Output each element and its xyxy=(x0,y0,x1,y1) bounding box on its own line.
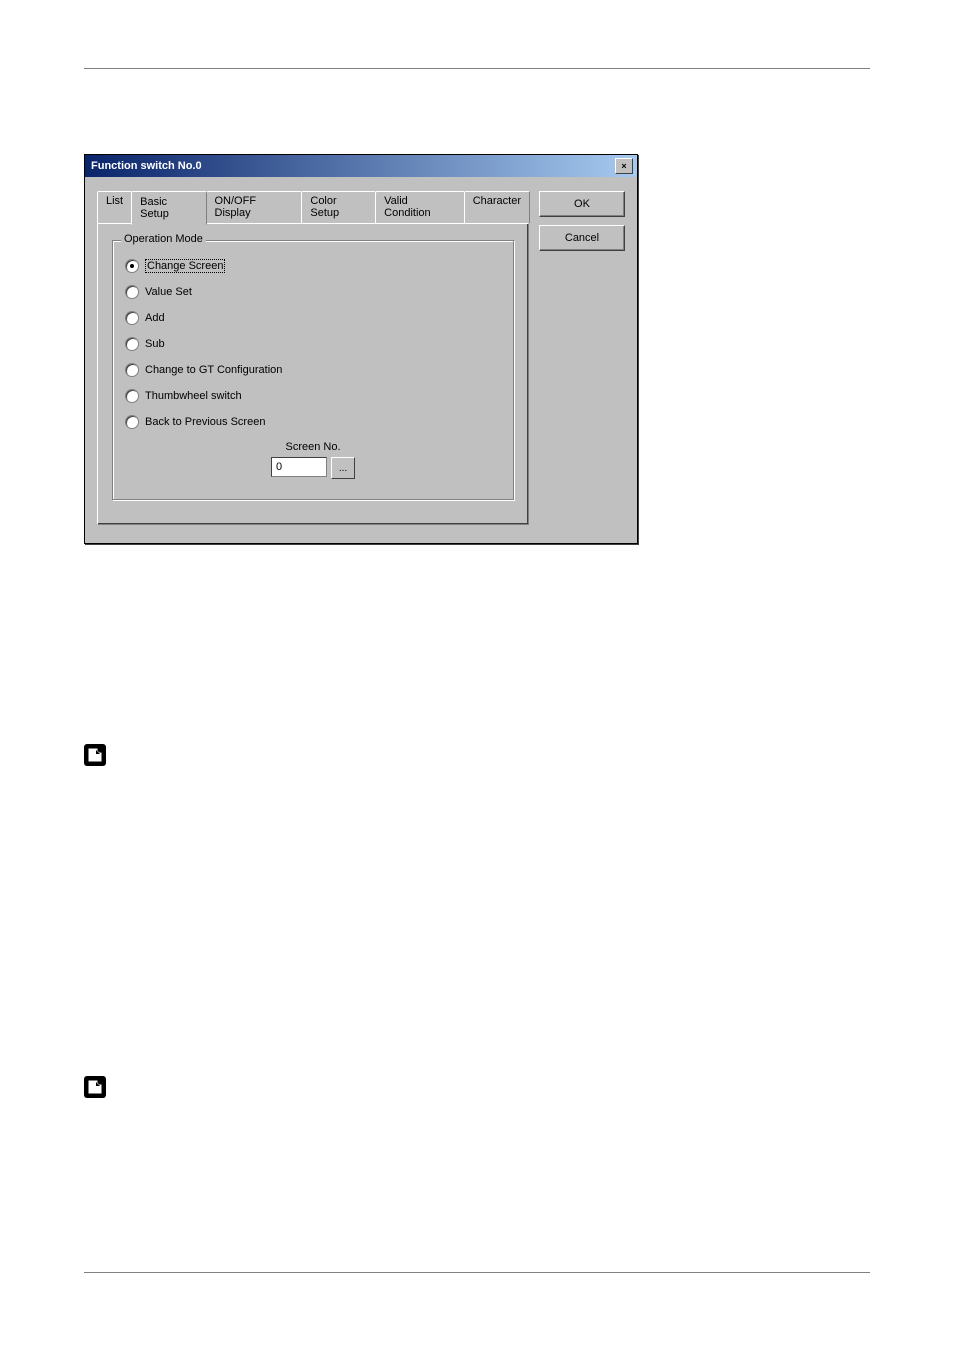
screen-no-browse-button[interactable]: ... xyxy=(331,457,355,479)
horizontal-rule-top xyxy=(84,68,870,69)
radio-label: Change to GT Configuration xyxy=(145,364,282,376)
radio-label: Change Screen xyxy=(145,259,225,273)
radio-label: Thumbwheel switch xyxy=(145,390,242,402)
radio-indicator xyxy=(125,389,139,403)
radio-indicator xyxy=(125,363,139,377)
group-title: Operation Mode xyxy=(121,233,206,245)
radio-gt-configuration[interactable]: Change to GT Configuration xyxy=(125,363,501,377)
radio-sub[interactable]: Sub xyxy=(125,337,501,351)
radio-indicator xyxy=(125,311,139,325)
radio-label: Sub xyxy=(145,338,165,350)
tab-basic-setup[interactable]: Basic Setup xyxy=(131,191,206,225)
horizontal-rule-bottom xyxy=(84,1272,870,1273)
radio-label: Value Set xyxy=(145,286,192,298)
radio-indicator xyxy=(125,259,139,273)
radio-label: Back to Previous Screen xyxy=(145,416,265,428)
tab-list[interactable]: List xyxy=(97,191,132,223)
note-icon xyxy=(84,1076,106,1098)
cancel-button[interactable]: Cancel xyxy=(539,225,625,251)
tabpanel-basic-setup: Operation Mode Change Screen Value Set A… xyxy=(97,223,529,525)
screen-no-input[interactable] xyxy=(271,457,327,477)
radio-indicator xyxy=(125,415,139,429)
dialog-title: Function switch No.0 xyxy=(89,160,202,172)
radio-add[interactable]: Add xyxy=(125,311,501,325)
radio-label: Add xyxy=(145,312,165,324)
function-switch-dialog: Function switch No.0 × List Basic Setup … xyxy=(84,154,638,544)
radio-value-set[interactable]: Value Set xyxy=(125,285,501,299)
dialog-body: List Basic Setup ON/OFF Display Color Se… xyxy=(85,177,637,543)
tab-valid-condition[interactable]: Valid Condition xyxy=(375,191,465,223)
radio-thumbwheel-switch[interactable]: Thumbwheel switch xyxy=(125,389,501,403)
ok-button[interactable]: OK xyxy=(539,191,625,217)
radio-indicator xyxy=(125,285,139,299)
radio-change-screen[interactable]: Change Screen xyxy=(125,259,501,273)
note-icon xyxy=(84,744,106,766)
radio-back-previous-screen[interactable]: Back to Previous Screen xyxy=(125,415,501,429)
tabstrip: List Basic Setup ON/OFF Display Color Se… xyxy=(97,191,529,223)
close-icon[interactable]: × xyxy=(615,158,633,174)
tab-character[interactable]: Character xyxy=(464,191,530,223)
radio-indicator xyxy=(125,337,139,351)
screen-no-label: Screen No. xyxy=(125,441,501,453)
tab-onoff-display[interactable]: ON/OFF Display xyxy=(206,191,303,223)
operation-mode-group: Operation Mode Change Screen Value Set A… xyxy=(112,240,514,500)
tab-color-setup[interactable]: Color Setup xyxy=(301,191,376,223)
titlebar: Function switch No.0 × xyxy=(85,155,637,177)
